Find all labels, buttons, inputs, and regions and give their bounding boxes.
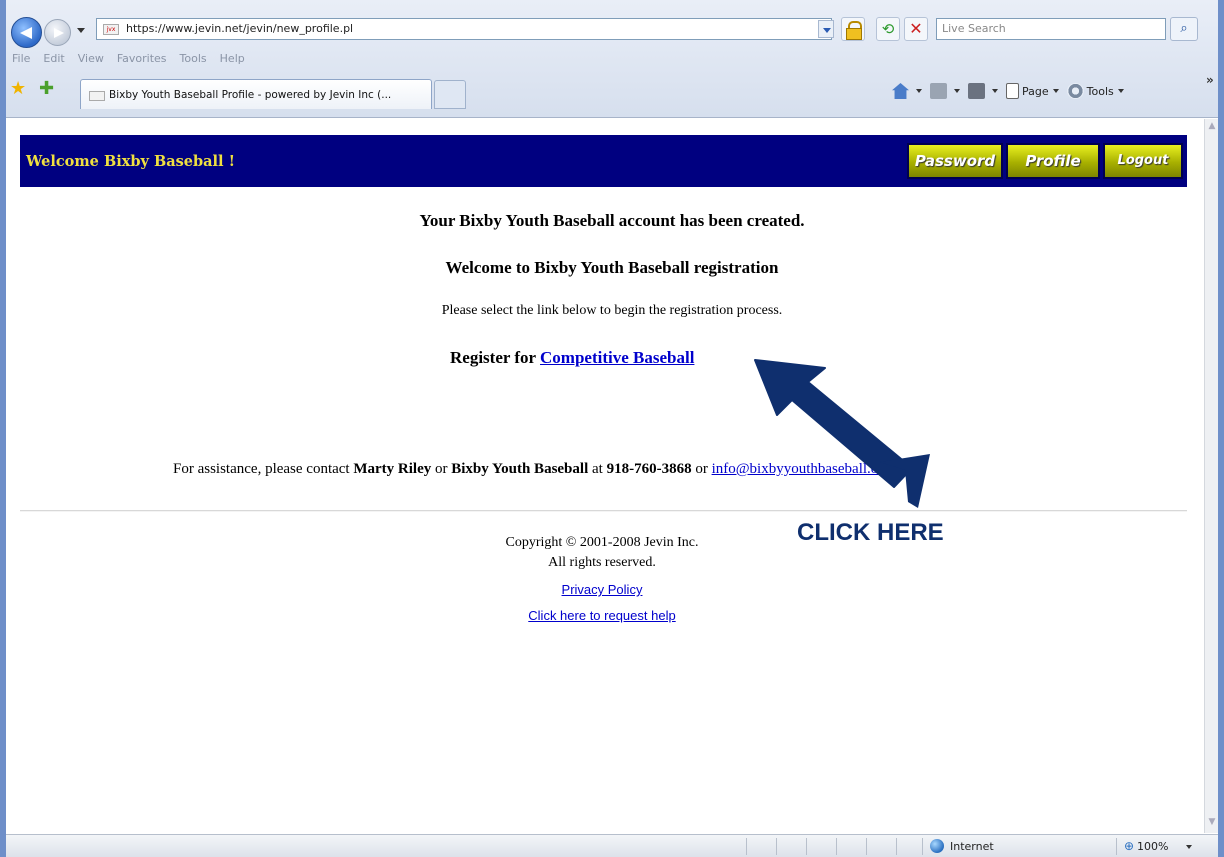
lock-icon[interactable] [841,17,865,41]
welcome-heading: Welcome to Bixby Youth Baseball registra… [445,258,779,277]
account-created-heading: Your Bixby Youth Baseball account has be… [419,211,805,230]
site-banner: Welcome Bixby Baseball ! Password Profil… [20,135,1187,187]
live-search-input[interactable]: Live Search [936,18,1166,40]
register-prefix: Register for [450,348,541,367]
tab-favicon-icon [89,91,105,101]
add-favorite-icon[interactable]: ✚ [39,80,54,98]
privacy-policy-row: Privacy Policy [0,582,1204,597]
instruction-text: Please select the link below to begin th… [441,303,783,318]
browser-tab[interactable]: Bixby Youth Baseball Profile - powered b… [80,79,432,109]
feeds-button[interactable] [930,83,960,99]
zoom-icon[interactable]: ⊕ [1124,839,1134,853]
menu-favorites[interactable]: Favorites [117,52,167,70]
globe-icon [930,839,944,853]
address-bar[interactable]: jvx https://www.jevin.net/jevin/new_prof… [96,18,832,40]
home-icon [892,83,909,99]
history-dropdown-icon[interactable] [77,28,85,33]
password-button[interactable]: Password [907,143,1003,179]
scroll-up-icon[interactable]: ▲ [1206,121,1218,135]
status-bar: Internet ⊕ 100% [6,834,1218,857]
site-favicon-icon: jvx [103,24,119,35]
page-icon [1006,83,1019,99]
banner-title: Welcome Bixby Baseball ! [26,153,235,170]
zoom-dropdown-icon[interactable] [1186,845,1192,849]
tab-title: Bixby Youth Baseball Profile - powered b… [109,89,392,101]
contact-name: Marty Riley [353,461,432,477]
new-tab-button[interactable] [434,80,466,109]
favorites-star-icon[interactable]: ★ [10,80,26,98]
window-frame-right [1218,0,1224,857]
feed-icon [930,83,947,99]
menu-bar: File Edit View Favorites Tools Help [12,52,245,70]
phone-number: 918-760-3868 [606,461,692,477]
security-zone[interactable]: Internet [950,840,994,853]
forward-arrow-icon[interactable] [44,19,71,46]
competitive-baseball-link[interactable]: Competitive Baseball [540,348,694,367]
register-line: Register for Competitive Baseball [450,348,694,368]
logout-button[interactable]: Logout [1103,143,1183,179]
back-arrow-icon[interactable] [11,17,42,48]
zoom-level[interactable]: 100% [1137,840,1168,853]
search-icon[interactable]: ⌕ [1170,17,1198,41]
privacy-policy-link[interactable]: Privacy Policy [562,582,643,597]
request-help-link[interactable]: Click here to request help [528,608,675,623]
copyright-text: Copyright © 2001-2008 Jevin Inc. [505,535,699,550]
menu-help[interactable]: Help [220,52,245,70]
tools-menu-button[interactable]: Tools [1066,83,1124,99]
stop-icon[interactable]: ✕ [904,17,928,41]
click-here-label: CLICK HERE [797,519,944,546]
menu-tools[interactable]: Tools [180,52,207,70]
address-url[interactable]: https://www.jevin.net/jevin/new_profile.… [126,22,353,35]
home-button[interactable] [892,83,922,99]
annotation-arrow-icon [754,359,930,508]
rights-text: All rights reserved. [548,555,656,570]
browser-chrome: jvx https://www.jevin.net/jevin/new_prof… [0,0,1224,118]
menu-view[interactable]: View [78,52,104,70]
command-bar: Page Tools [892,80,1132,102]
print-button[interactable] [968,83,998,99]
org-name: Bixby Youth Baseball [451,461,589,477]
chevron-right-icon[interactable]: » [1206,73,1214,87]
refresh-icon[interactable]: ⟲ [876,17,900,41]
page-menu-button[interactable]: Page [1006,83,1059,99]
request-help-row: Click here to request help [0,608,1204,623]
menu-file[interactable]: File [12,52,30,70]
address-dropdown-button[interactable] [818,20,834,38]
divider [20,510,1187,512]
print-icon [968,83,985,99]
scroll-down-icon[interactable]: ▼ [1206,817,1218,831]
menu-edit[interactable]: Edit [43,52,64,70]
gear-icon [1066,83,1084,99]
profile-button[interactable]: Profile [1006,143,1100,179]
